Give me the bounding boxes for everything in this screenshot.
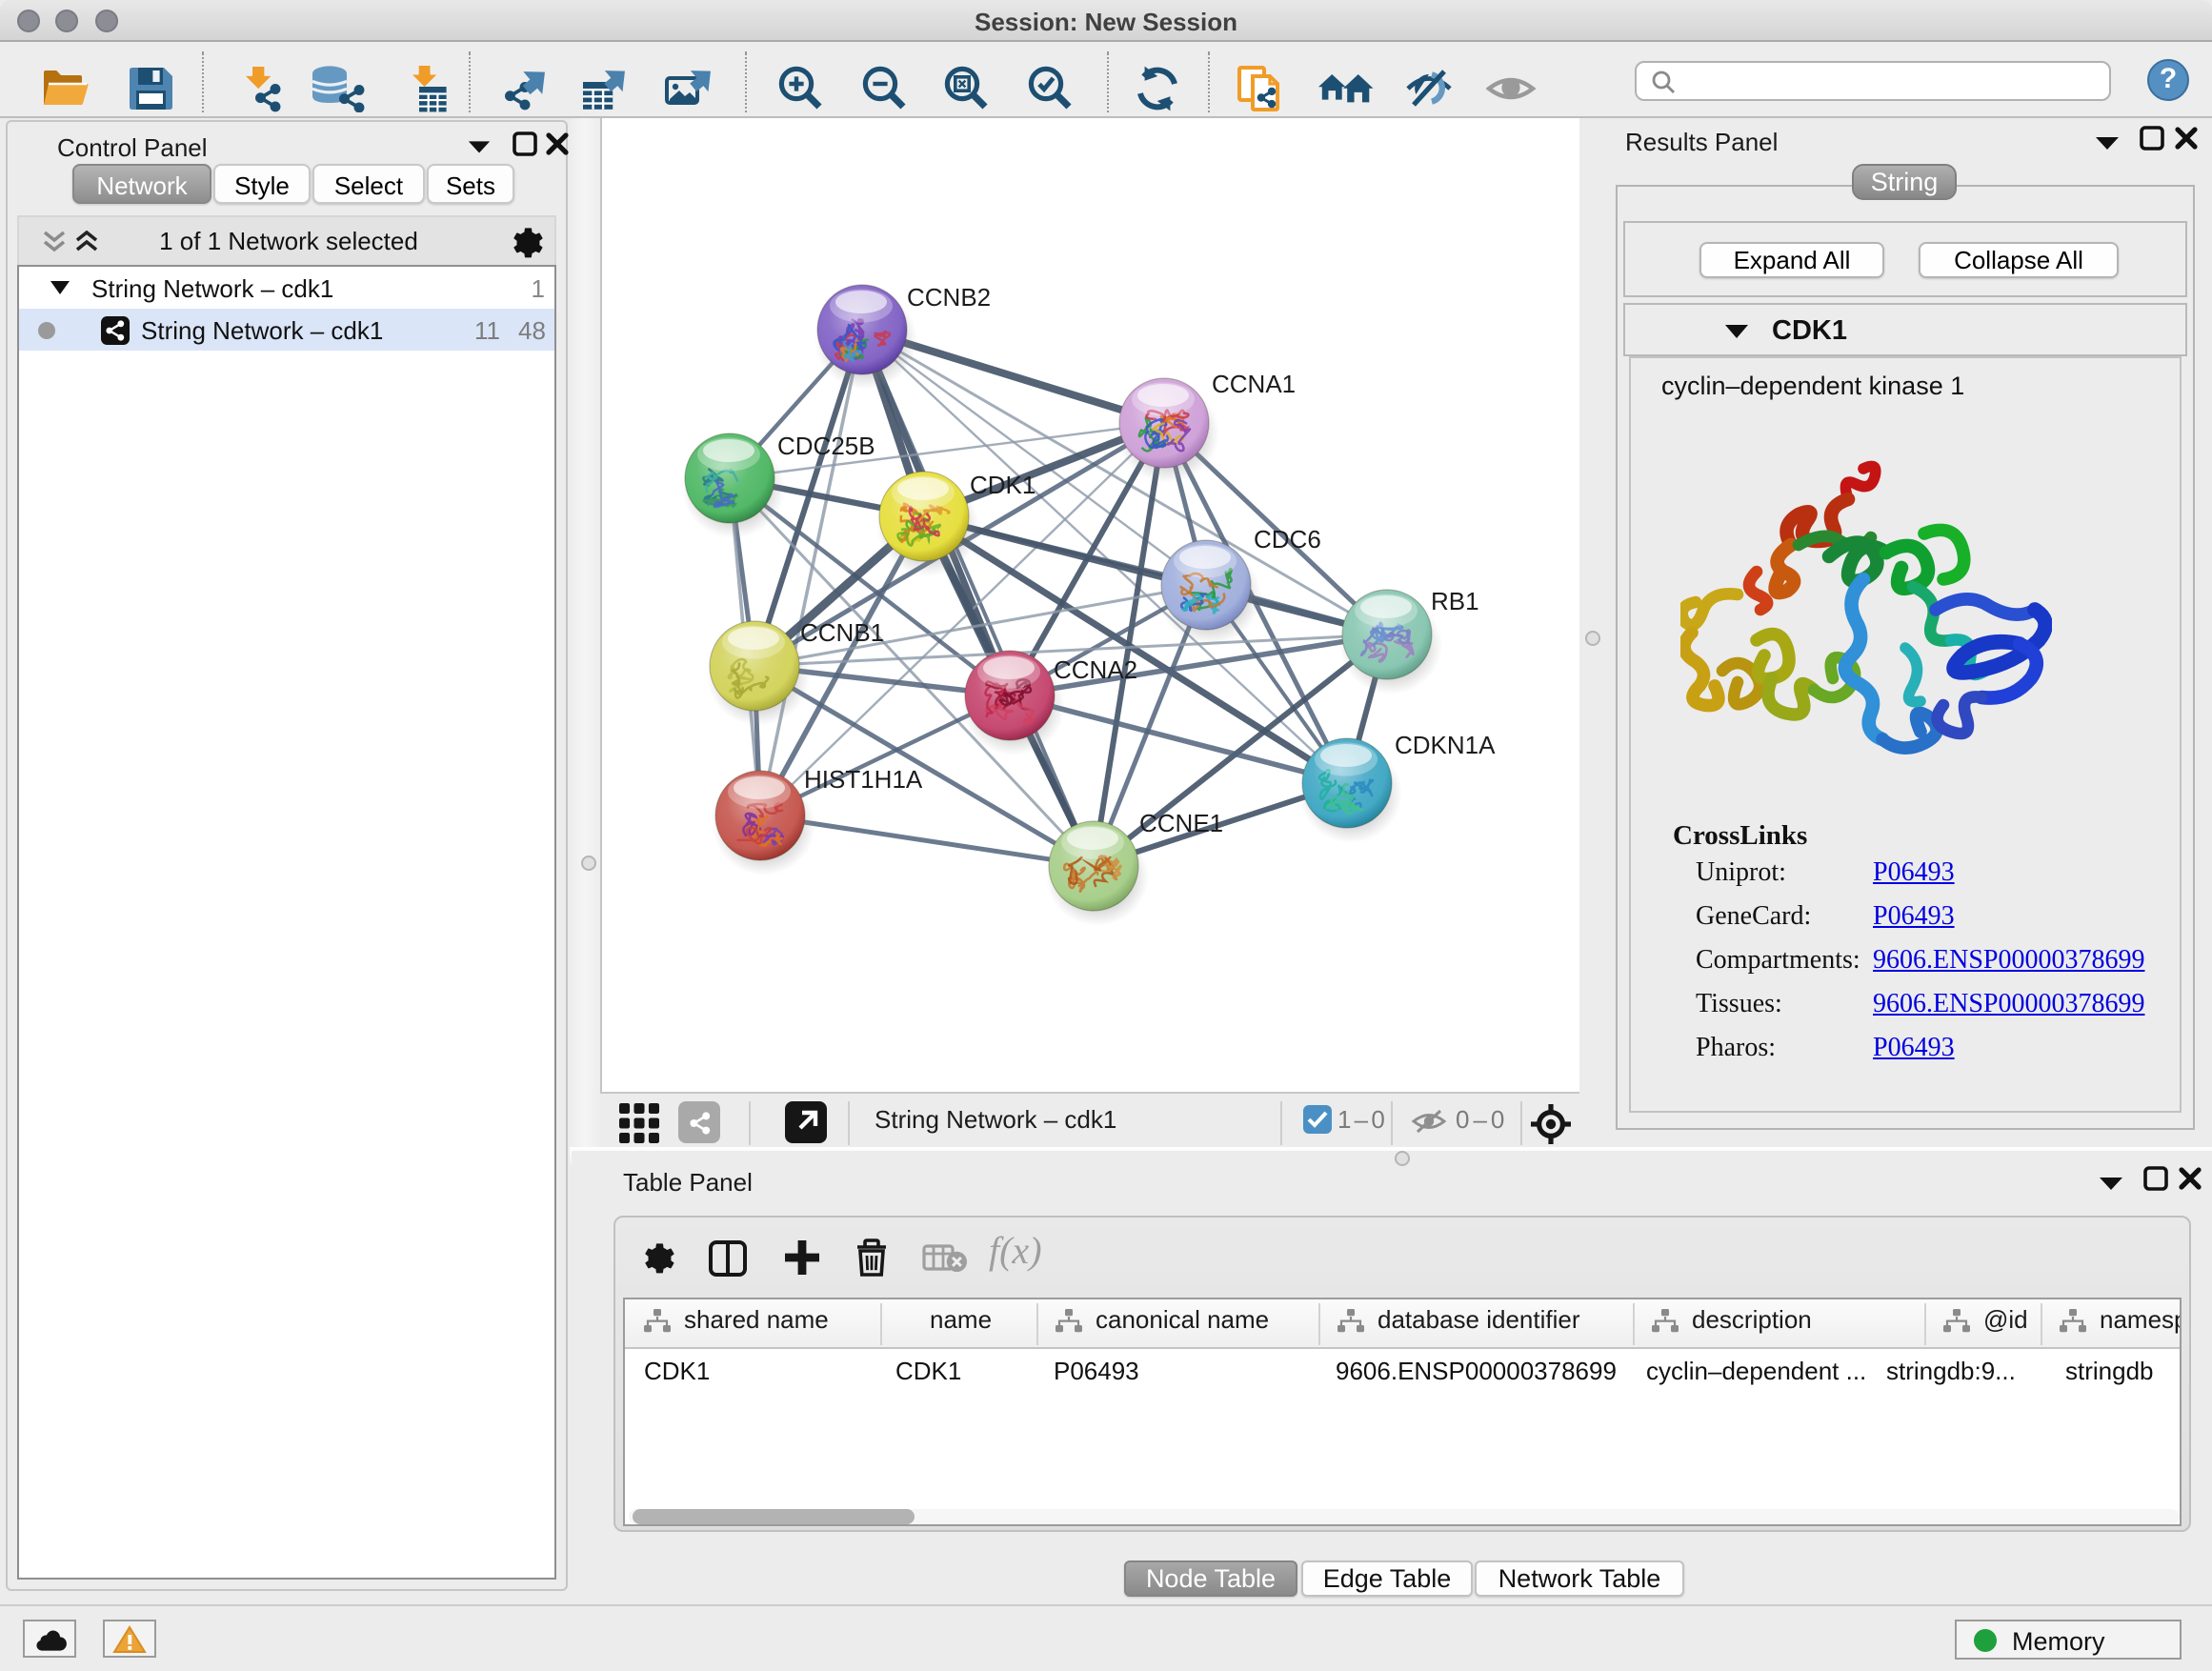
svg-text:CCNA2: CCNA2: [1054, 655, 1137, 684]
svg-text:CCNB2: CCNB2: [907, 283, 991, 312]
svg-text:CDKN1A: CDKN1A: [1395, 731, 1496, 759]
svg-text:CDC25B: CDC25B: [777, 432, 875, 460]
svg-text:RB1: RB1: [1431, 587, 1479, 615]
svg-text:CCNA1: CCNA1: [1212, 370, 1296, 398]
svg-text:CDC6: CDC6: [1254, 525, 1321, 554]
svg-text:CDK1: CDK1: [970, 471, 1036, 499]
svg-text:CCNB1: CCNB1: [800, 618, 884, 647]
svg-text:CCNE1: CCNE1: [1139, 809, 1223, 837]
svg-text:HIST1H1A: HIST1H1A: [804, 765, 923, 794]
